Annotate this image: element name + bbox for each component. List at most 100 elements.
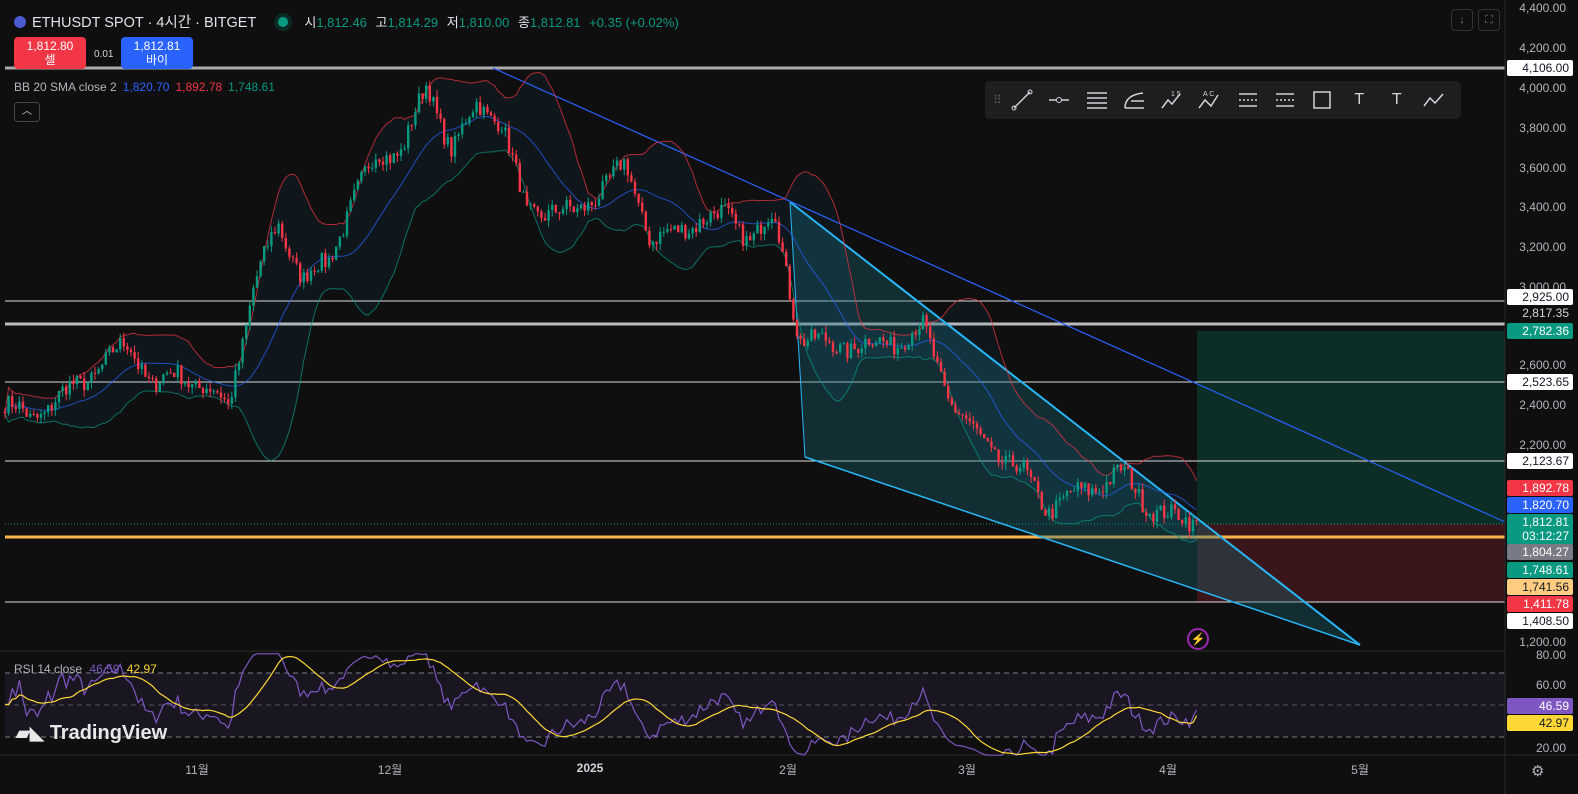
time-tick: 12월 <box>377 763 403 777</box>
candle <box>147 376 151 379</box>
buy-button[interactable]: 1,812.81 바이 <box>121 37 193 69</box>
candle <box>446 137 449 145</box>
drag-handle-icon[interactable]: ⠿ <box>993 93 1003 107</box>
symbol-header: ETHUSDT SPOT · 4시간 · BITGET 시1,812.46 고1… <box>14 11 684 32</box>
candle <box>975 423 979 429</box>
fib-retracement-icon[interactable] <box>1116 85 1154 115</box>
long-position-icon[interactable] <box>1228 85 1266 115</box>
bb-name: BB 20 SMA close 2 <box>14 80 117 94</box>
lightning-icon[interactable]: ⚡ <box>1187 628 1209 650</box>
candle <box>651 241 655 246</box>
candle <box>313 270 316 272</box>
candle <box>871 344 874 346</box>
candle <box>1011 455 1015 467</box>
candle <box>669 229 673 231</box>
candle <box>410 125 413 127</box>
candle <box>162 374 165 384</box>
candle <box>993 447 997 450</box>
candle <box>954 404 957 413</box>
candle <box>727 204 730 208</box>
candle <box>43 412 46 414</box>
candle <box>284 238 287 249</box>
collapse-indicators-button[interactable]: ︿ <box>14 102 40 122</box>
candle <box>1047 508 1051 516</box>
candle <box>857 349 860 354</box>
candle <box>396 153 399 156</box>
candle <box>684 225 687 239</box>
candle <box>810 329 813 341</box>
price-tick: 4,000.00 <box>1519 81 1566 95</box>
candle <box>356 180 359 190</box>
candle <box>1145 512 1148 516</box>
candle <box>1112 467 1115 484</box>
text-icon[interactable]: T <box>1341 85 1379 115</box>
candle <box>518 163 521 192</box>
candle <box>1065 491 1069 497</box>
fullscreen-icon[interactable]: ⛶ <box>1478 9 1500 31</box>
candle <box>209 388 212 392</box>
bb-lower: 1,748.61 <box>228 80 275 94</box>
candle <box>972 421 975 424</box>
candle <box>644 211 647 231</box>
settings-icon[interactable]: ⚙ <box>1531 762 1544 780</box>
candle <box>741 224 745 246</box>
long-position-profit-zone[interactable] <box>1197 331 1505 524</box>
horizontal-ray-icon[interactable] <box>1041 85 1079 115</box>
parallel-channel-icon[interactable] <box>1078 85 1116 115</box>
candle <box>756 224 759 234</box>
candle <box>864 338 867 349</box>
symbol-title[interactable]: ETHUSDT SPOT · 4시간 · BITGET <box>32 11 256 32</box>
candle <box>457 134 460 137</box>
candle <box>522 191 525 193</box>
chart-canvas[interactable] <box>0 0 1578 794</box>
price-tick: 2,400.00 <box>1519 398 1566 412</box>
candle <box>759 224 763 234</box>
candle <box>842 343 845 345</box>
download-icon[interactable]: ↓ <box>1451 9 1473 31</box>
candle <box>882 337 885 341</box>
rectangle-icon[interactable] <box>1303 85 1341 115</box>
sell-button[interactable]: 1,812.80 셀 <box>14 37 86 69</box>
candle <box>425 85 428 99</box>
candle <box>716 213 719 218</box>
rsi-name: RSI 14 close <box>14 662 83 676</box>
candle <box>79 375 82 379</box>
candle <box>767 222 770 227</box>
trend-line-icon[interactable] <box>1003 85 1041 115</box>
candle <box>648 230 651 246</box>
elliott-wave-icon[interactable]: 1 5 <box>1153 85 1191 115</box>
candle <box>345 211 349 236</box>
candle <box>997 449 1000 463</box>
eth-coin-icon <box>14 15 26 28</box>
candle <box>223 397 226 400</box>
candle <box>475 102 478 113</box>
candle <box>353 189 356 201</box>
candle <box>263 246 266 262</box>
candle <box>572 206 575 213</box>
candle <box>1141 489 1144 513</box>
market-status-icon[interactable] <box>278 16 289 27</box>
candle <box>1073 490 1076 492</box>
level-label-1408: 1,408.50 <box>1507 613 1573 629</box>
anchored-text-icon[interactable]: T <box>1378 85 1416 115</box>
bb-legend[interactable]: BB 20 SMA close 2 1,820.70 1,892.78 1,748.6… <box>14 80 281 94</box>
rsi-legend[interactable]: RSI 14 close 46.59 42.97 <box>14 662 157 676</box>
short-position-icon[interactable] <box>1266 85 1304 115</box>
candle <box>630 175 633 182</box>
candle <box>65 386 68 395</box>
candle <box>921 315 925 330</box>
candle <box>752 233 755 241</box>
candle <box>569 199 572 207</box>
candle <box>324 253 327 268</box>
path-icon[interactable] <box>1416 85 1454 115</box>
candle <box>299 263 302 283</box>
candle <box>1080 482 1083 488</box>
candle <box>583 204 586 211</box>
time-tick: 2025 <box>576 761 604 775</box>
candle <box>785 251 788 267</box>
candle <box>943 371 946 386</box>
candle <box>929 326 932 339</box>
tradingview-logo[interactable]: ▰◣ TradingView <box>16 722 167 745</box>
abc-pattern-icon[interactable]: A C <box>1191 85 1229 115</box>
candle <box>7 396 10 414</box>
